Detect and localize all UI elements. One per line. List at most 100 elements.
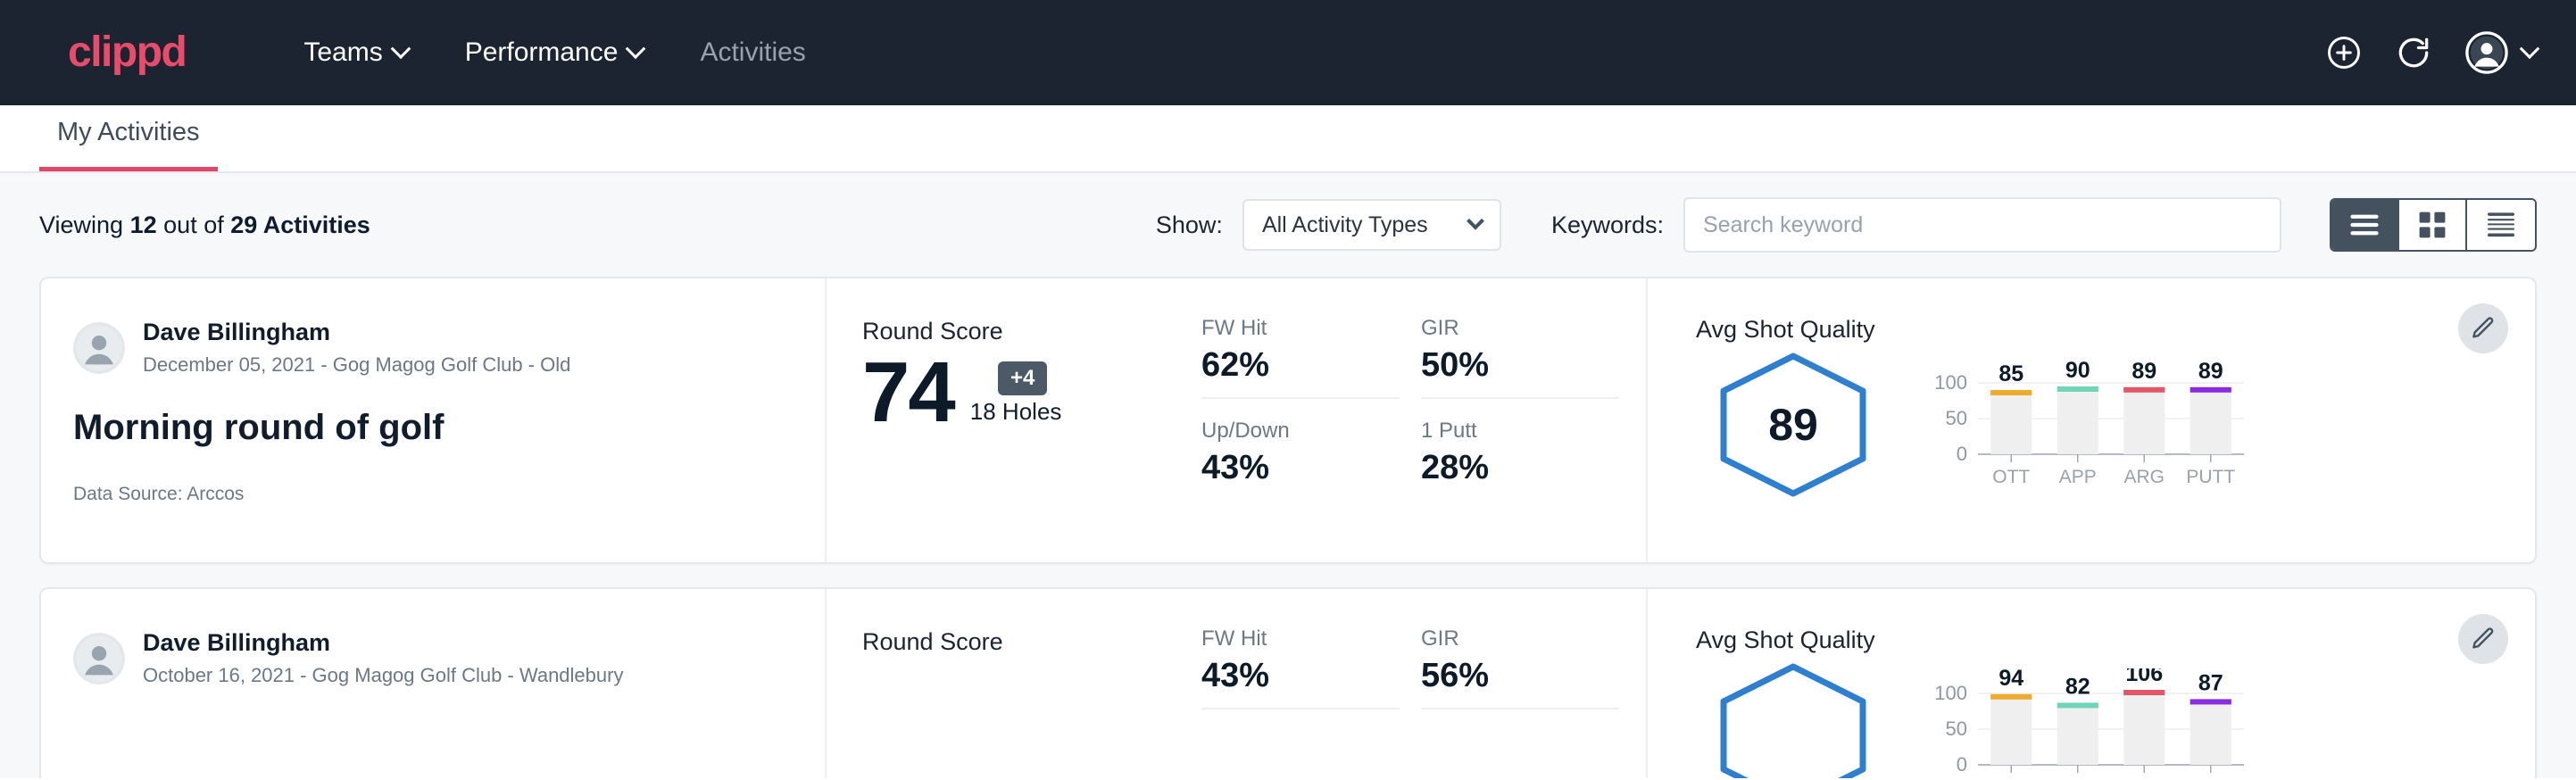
bar: [1990, 394, 2032, 454]
shot-quality-value: [1710, 660, 1876, 778]
clippd-logo[interactable]: clippd: [68, 31, 186, 74]
edit-activity-button[interactable]: [2458, 303, 2508, 353]
stat-up-down-label: Up/Down: [1201, 419, 1400, 444]
x-tick-label: OTT: [1992, 467, 2030, 487]
stat-up-down: Up/Down 43%: [1201, 419, 1400, 500]
search-input[interactable]: [1683, 197, 2281, 253]
stat-one-putt: [1421, 729, 1619, 747]
top-navigation-bar: clippd Teams Performance Activities: [0, 0, 2576, 105]
y-tick-label: 50: [1946, 718, 1967, 740]
x-tick-label: APP: [2059, 777, 2097, 778]
activity-card[interactable]: Dave Billingham December 05, 2021 - Gog …: [39, 277, 2537, 564]
shot-quality-chart: 05010085OTT90APP89ARG89PUTT: [1930, 358, 2251, 496]
bar-value-label: 89: [2198, 359, 2223, 384]
bar: [2057, 390, 2098, 454]
x-tick-label: PUTT: [2186, 777, 2235, 778]
avatar: [73, 322, 125, 374]
edit-activity-button[interactable]: [2458, 614, 2508, 664]
stat-one-putt-value: 28%: [1421, 449, 1619, 487]
avg-shot-quality-body: 05010094OTT82APP106ARG87PUTT: [1696, 660, 2535, 778]
shot-quality-value: 89: [1710, 349, 1876, 501]
stat-fw-hit-value: 62%: [1201, 346, 1400, 385]
view-mode-toggle-group: [2330, 198, 2537, 252]
primary-nav: Teams Performance Activities: [275, 37, 834, 68]
viewing-prefix: Viewing: [39, 212, 123, 238]
tab-my-activities-label: My Activities: [57, 118, 200, 146]
bar-value-label: 94: [1998, 668, 2023, 691]
round-score-value: 74: [862, 351, 954, 435]
account-menu-button[interactable]: [2464, 29, 2537, 76]
stat-fw-hit-value: 43%: [1201, 657, 1400, 695]
avg-shot-quality-label: Avg Shot Quality: [1696, 316, 2535, 344]
x-tick-label: APP: [2059, 467, 2097, 487]
round-stats-grid: FW Hit 43% GIR 56%: [1201, 589, 1648, 778]
y-tick-label: 100: [1934, 682, 1967, 704]
pencil-icon: [2470, 626, 2497, 652]
stat-gir: GIR 56%: [1421, 626, 1619, 709]
x-tick-label: OTT: [1992, 777, 2030, 778]
shot-quality-chart: 05010094OTT82APP106ARG87PUTT: [1930, 668, 2251, 778]
viewing-total: 29 Activities: [230, 212, 370, 238]
bar-value-label: 90: [2065, 358, 2090, 383]
refresh-button[interactable]: [2394, 33, 2433, 72]
account-avatar-icon: [2464, 29, 2510, 76]
compact-view-icon: [2486, 212, 2516, 238]
tab-my-activities[interactable]: My Activities: [39, 118, 218, 171]
round-score-label: Round Score: [862, 628, 1201, 656]
avatar: [73, 633, 125, 685]
stat-fw-hit: FW Hit 62%: [1201, 316, 1400, 399]
viewing-count: 12: [130, 212, 157, 238]
activities-toolbar: Viewing 12 out of 29 Activities Show: Al…: [39, 173, 2537, 277]
x-tick-label: PUTT: [2186, 467, 2235, 487]
bar-value-label: 82: [2065, 674, 2090, 699]
stat-up-down-value: 43%: [1201, 449, 1400, 487]
y-tick-label: 100: [1934, 371, 1967, 394]
list-view-icon: [2349, 213, 2380, 236]
activity-type-select[interactable]: All Activity Types: [1242, 199, 1501, 251]
activity-title: Morning round of golf: [73, 408, 825, 448]
round-score-row: [862, 661, 1201, 670]
nav-item-activities[interactable]: Activities: [671, 37, 834, 68]
activity-data-source: Data Source: Arccos: [73, 484, 825, 505]
tab-bar: My Activities: [0, 105, 2576, 173]
avg-shot-quality-section: Avg Shot Quality 05010094OTT82APP106ARG8…: [1648, 589, 2535, 778]
bar-cap: [1990, 390, 2032, 395]
pencil-icon: [2470, 315, 2497, 342]
view-mode-list-button[interactable]: [2331, 200, 2399, 250]
bar-value-label: 87: [2198, 670, 2223, 695]
add-activity-button[interactable]: [2324, 33, 2364, 72]
stat-gir-value: 50%: [1421, 346, 1619, 385]
bar: [2190, 391, 2231, 454]
activity-card-list: Dave Billingham December 05, 2021 - Gog …: [39, 277, 2537, 778]
activity-author: Dave Billingham December 05, 2021 - Gog …: [73, 318, 825, 378]
nav-item-activities-label: Activities: [700, 37, 805, 68]
bar: [2057, 706, 2098, 765]
bar: [2190, 702, 2231, 765]
view-mode-grid-button[interactable]: [2399, 200, 2467, 250]
activity-author: Dave Billingham October 16, 2021 - Gog M…: [73, 628, 825, 688]
activity-date-course: October 16, 2021 - Gog Magog Golf Club -…: [143, 662, 623, 689]
shot-quality-hexagon: 89: [1710, 349, 1876, 501]
activity-summary: Dave Billingham December 05, 2021 - Gog …: [41, 278, 827, 562]
activity-card[interactable]: Dave Billingham October 16, 2021 - Gog M…: [39, 587, 2537, 778]
keywords-label: Keywords:: [1551, 212, 1664, 239]
bar-value-label: 85: [1998, 361, 2023, 386]
avg-shot-quality-section: Avg Shot Quality 89 05010085OTT90APP89AR…: [1648, 278, 2535, 562]
stat-one-putt: 1 Putt 28%: [1421, 419, 1619, 500]
chevron-down-icon: [390, 38, 411, 59]
x-tick-label: ARG: [2123, 777, 2165, 778]
main-content: Viewing 12 out of 29 Activities Show: Al…: [0, 173, 2576, 778]
activity-author-name: Dave Billingham: [143, 628, 623, 659]
bar-value-label: 89: [2131, 359, 2156, 384]
nav-item-teams[interactable]: Teams: [275, 37, 436, 68]
stat-fw-hit-label: FW Hit: [1201, 626, 1400, 651]
round-stats-grid: FW Hit 62% GIR 50% Up/Down 43% 1 Putt 28…: [1201, 278, 1648, 562]
chevron-down-icon: [626, 38, 646, 59]
stat-up-down: [1201, 729, 1400, 747]
bar: [2123, 391, 2165, 454]
person-avatar-icon: [73, 633, 125, 685]
view-mode-compact-button[interactable]: [2467, 200, 2535, 250]
holes-played-label: 18 Holes: [970, 398, 1062, 435]
nav-item-performance[interactable]: Performance: [436, 37, 672, 68]
shot-quality-bar-chart-0: 05010085OTT90APP89ARG89PUTT: [1930, 358, 2251, 492]
